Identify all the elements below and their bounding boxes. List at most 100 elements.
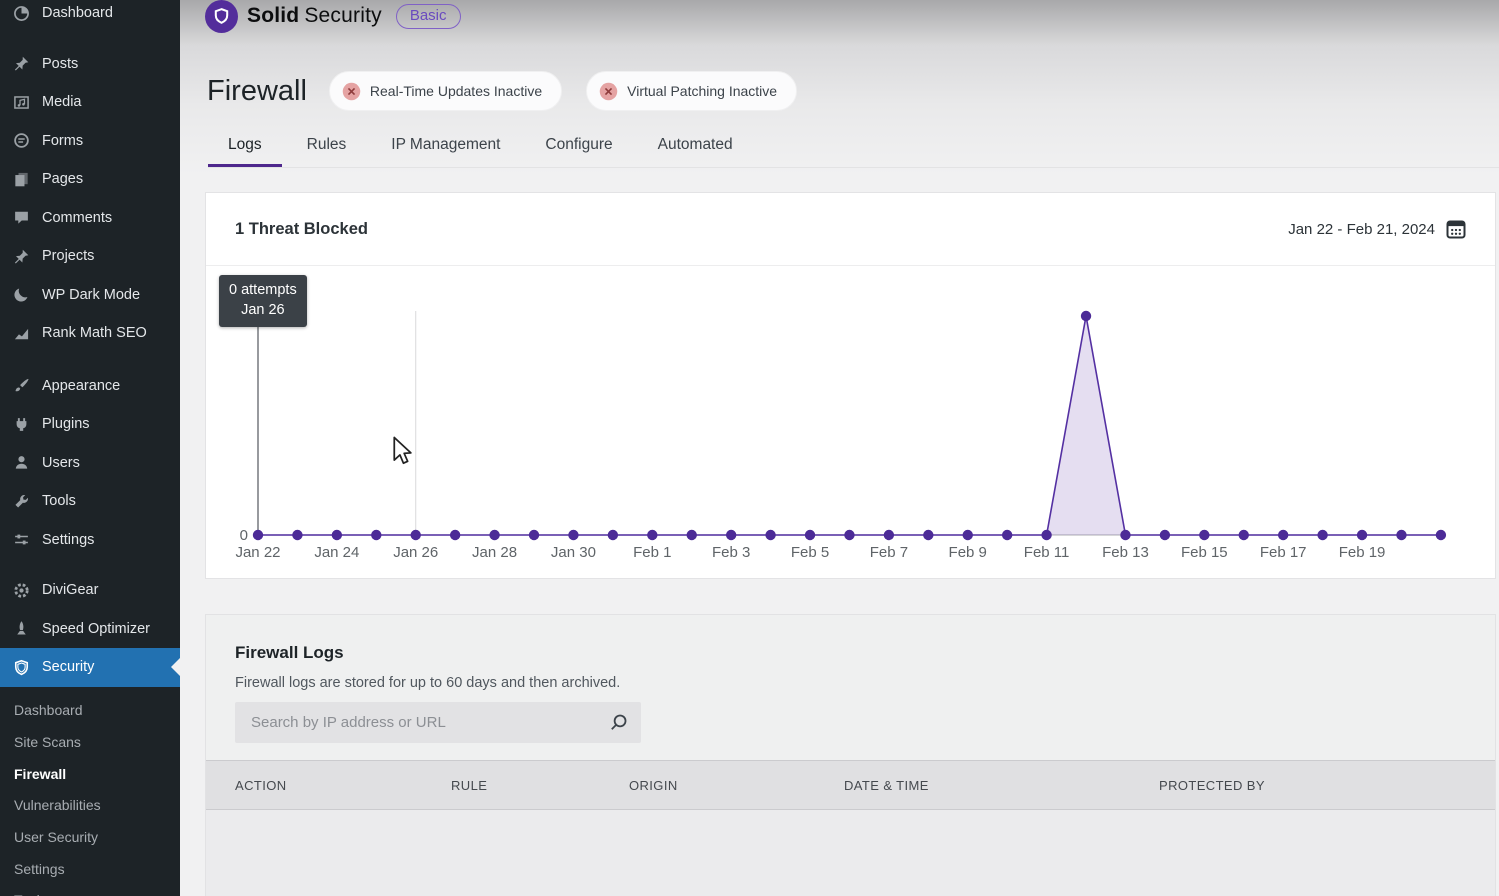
app-root: Dashboard Posts Media Forms Pages Comm [0,0,1499,896]
sidebar-item-label: Rank Math SEO [42,325,147,341]
inactive-x-icon [342,82,361,101]
search-icon[interactable] [608,712,629,733]
sidebar-item-label: Settings [42,532,94,548]
gear-icon [13,582,30,599]
submenu-item-dashboard[interactable]: Dashboard [0,695,180,727]
sidebar-item-label: DiviGear [42,582,98,598]
plan-badge: Basic [396,4,461,29]
menu-separator [0,33,180,45]
solid-security-logo-icon [205,0,238,33]
sidebar-item-comments[interactable]: Comments [0,199,180,238]
realtime-updates-status-pill[interactable]: Real-Time Updates Inactive [329,71,562,111]
dashboard-icon [13,5,30,22]
user-icon [13,454,30,471]
logs-table-header: ACTION RULE ORIGIN DATE & TIME PROTECTED… [206,760,1495,810]
tab-configure[interactable]: Configure [525,128,632,167]
firewall-logs-card: Firewall Logs Firewall logs are stored f… [205,614,1496,896]
column-header-date-time: DATE & TIME [844,778,1159,793]
media-icon [13,94,30,111]
sidebar-item-plugins[interactable]: Plugins [0,405,180,444]
submenu-item-settings[interactable]: Settings [0,853,180,885]
svg-text:Feb 13: Feb 13 [1102,544,1149,561]
plugin-icon [13,416,30,433]
submenu-item-tools[interactable]: Tools [0,885,180,896]
virtual-patching-status-pill[interactable]: Virtual Patching Inactive [586,71,797,111]
sidebar-item-tools[interactable]: Tools [0,482,180,521]
threats-chart[interactable]: Jan 22Jan 24Jan 26Jan 28Jan 30Feb 1Feb 3… [206,266,1495,578]
security-submenu: Dashboard Site Scans Firewall Vulnerabil… [0,695,180,896]
pushpin-icon [13,248,30,265]
sidebar-item-rank-math-seo[interactable]: Rank Math SEO [0,314,180,353]
sidebar-item-label: Forms [42,133,83,149]
submenu-item-user-security[interactable]: User Security [0,821,180,853]
menu-separator [0,559,180,571]
sidebar-item-dashboard[interactable]: Dashboard [0,0,180,33]
sidebar-item-label: Dashboard [42,5,113,21]
tab-ip-management[interactable]: IP Management [371,128,520,167]
main-content: Solid Security Basic Firewall Real-Time … [180,0,1499,896]
comments-icon [13,209,30,226]
svg-text:0: 0 [240,527,248,544]
sidebar-item-settings[interactable]: Settings [0,521,180,560]
sidebar-item-media[interactable]: Media [0,83,180,122]
submenu-item-firewall[interactable]: Firewall [0,758,180,790]
brush-icon [13,377,30,394]
sidebar-item-posts[interactable]: Posts [0,45,180,84]
tab-logs[interactable]: Logs [208,128,282,167]
chart-tooltip: 0 attempts Jan 26 [219,275,307,327]
tab-automated[interactable]: Automated [638,128,753,167]
sidebar-item-label: Speed Optimizer [42,621,150,637]
submenu-item-site-scans[interactable]: Site Scans [0,726,180,758]
threats-chart-card: 1 Threat Blocked Jan 22 - Feb 21, 2024 J… [205,192,1496,579]
sidebar-item-security[interactable]: Security [0,648,180,687]
tooltip-date: Jan 26 [229,300,297,320]
brand-name-bold: Solid [247,4,299,28]
calendar-icon[interactable] [1446,219,1466,239]
pages-icon [13,171,30,188]
date-range-label: Jan 22 - Feb 21, 2024 [1288,221,1435,238]
rank-math-icon [13,325,30,342]
firewall-logs-description: Firewall logs are stored for up to 60 da… [235,676,1495,691]
page-header: Firewall Real-Time Updates Inactive Virt… [180,45,1499,111]
svg-text:Feb 17: Feb 17 [1260,544,1307,561]
pushpin-icon [13,55,30,72]
page-body: Firewall Real-Time Updates Inactive Virt… [180,45,1499,896]
sidebar-item-pages[interactable]: Pages [0,160,180,199]
svg-text:Jan 24: Jan 24 [314,544,359,561]
sidebar-item-projects[interactable]: Projects [0,237,180,276]
sidebar-item-forms[interactable]: Forms [0,122,180,161]
solid-security-logo: Solid Security Basic [205,0,461,35]
sidebar-item-label: Media [42,94,82,110]
sidebar-item-label: Tools [42,493,76,509]
status-pill-label: Virtual Patching Inactive [627,83,777,99]
svg-text:Feb 5: Feb 5 [791,544,829,561]
search-input[interactable] [235,702,641,743]
shield-icon [13,659,30,676]
svg-text:Feb 11: Feb 11 [1024,544,1070,561]
column-header-origin: ORIGIN [629,778,844,793]
firewall-tabs: Logs Rules IP Management Configure Autom… [208,128,1499,168]
svg-text:Feb 3: Feb 3 [712,544,750,561]
svg-text:Feb 19: Feb 19 [1339,544,1386,561]
tooltip-value: 0 attempts [229,280,297,300]
inactive-x-icon [599,82,618,101]
status-pill-label: Real-Time Updates Inactive [370,83,542,99]
brand-name-regular: Security [304,4,381,28]
rocket-icon [13,620,30,637]
svg-text:Feb 1: Feb 1 [633,544,671,561]
svg-text:Feb 7: Feb 7 [870,544,908,561]
admin-header-band: Solid Security Basic [180,0,1499,45]
menu-separator [0,353,180,367]
svg-text:Feb 15: Feb 15 [1181,544,1228,561]
sidebar-item-divigear[interactable]: DiviGear [0,571,180,610]
sidebar-item-appearance[interactable]: Appearance [0,367,180,406]
tab-rules[interactable]: Rules [287,128,367,167]
sidebar-item-speed-optimizer[interactable]: Speed Optimizer [0,610,180,649]
wrench-icon [13,493,30,510]
sidebar-item-users[interactable]: Users [0,444,180,483]
svg-text:Jan 30: Jan 30 [551,544,596,561]
submenu-item-vulnerabilities[interactable]: Vulnerabilities [0,790,180,822]
column-header-action: ACTION [235,778,451,793]
logs-search [235,702,641,743]
sidebar-item-wp-dark-mode[interactable]: WP Dark Mode [0,276,180,315]
